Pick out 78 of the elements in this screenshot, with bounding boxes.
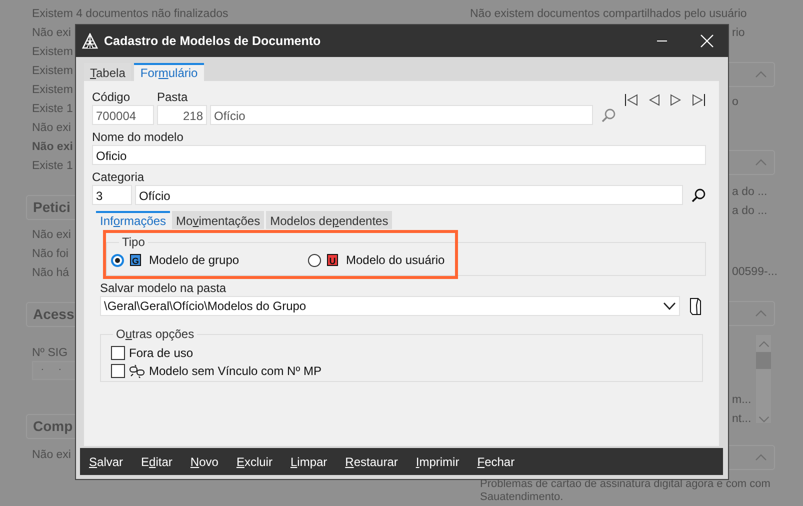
chevron-up-icon	[754, 70, 768, 79]
status-text: Existem	[31, 45, 73, 60]
tab[interactable]: Modelos dependentes	[266, 211, 392, 229]
input-field[interactable]: 700004	[92, 105, 154, 125]
toolbar-button[interactable]: Novo	[188, 452, 220, 470]
document-icon[interactable]	[690, 298, 701, 314]
status-text: Problemas de cartao de assinatura digital agora e com com Sauatendimento.	[480, 478, 772, 504]
chevron-down-icon	[756, 414, 770, 423]
badge: G	[130, 254, 141, 266]
next-record-icon[interactable]	[670, 94, 682, 106]
option-label: Modelo de grupo	[149, 253, 240, 267]
field-label: Categoria	[92, 170, 146, 185]
toolbar-button[interactable]: Imprimir	[414, 452, 462, 470]
toolbar-button[interactable]: Editar	[139, 452, 174, 470]
last-record-icon[interactable]	[692, 94, 706, 106]
status-text: Não exi	[31, 448, 71, 463]
group-label: Outras opções	[113, 327, 198, 341]
chevron-up-icon	[756, 340, 770, 348]
status-text: Não exi	[31, 140, 73, 155]
checkbox-label: Fora de uso	[129, 346, 194, 360]
chevron-up-icon	[754, 309, 768, 318]
broken-link-icon	[129, 364, 145, 378]
status-text: nt...	[732, 412, 752, 427]
status-text: Não exi	[31, 228, 71, 243]
status-text: Não existem documentos compartilhados pelo usuário	[470, 7, 747, 22]
input-field[interactable]: Oficio	[92, 145, 706, 165]
close-icon	[700, 34, 714, 48]
tab[interactable]: Formulário	[134, 63, 204, 81]
input-field[interactable]: 3	[92, 185, 132, 205]
toolbar-button[interactable]: Salvar	[87, 452, 126, 470]
window-title: Cadastro de Modelos de Documento	[104, 34, 322, 48]
status-text: Existe 1	[31, 102, 73, 117]
field-label: Pasta	[157, 89, 188, 105]
first-record-icon[interactable]	[624, 94, 638, 106]
status-text: Não exi	[31, 26, 71, 41]
toolbar-button[interactable]: Limpar	[288, 452, 330, 470]
toolbar-button[interactable]: Restaurar	[343, 452, 400, 470]
tab[interactable]: Movimentações	[172, 211, 264, 229]
status-text: o	[732, 95, 738, 110]
status-text: Existem 4 documentos não finalizados	[31, 7, 228, 22]
option-label: Modelo do usuário	[346, 253, 445, 267]
chevron-up-icon	[754, 453, 768, 462]
input-field[interactable]: Ofício	[210, 105, 593, 125]
toolbar-button[interactable]: Fechar	[475, 452, 517, 470]
status-text: Não exi	[31, 121, 71, 136]
tab[interactable]: Informações	[96, 211, 170, 229]
toolbar-button[interactable]: Excluir	[234, 452, 274, 470]
input-field[interactable]: Ofício	[135, 185, 683, 205]
field-label: Nº SIG	[31, 346, 68, 361]
field-label: Código	[92, 89, 132, 105]
status-text: 00599-...	[732, 265, 778, 280]
status-text: Não há	[31, 266, 70, 281]
badge: U	[327, 254, 338, 266]
status-text: rio	[732, 26, 745, 41]
field-label: Nome do modelo	[92, 130, 184, 145]
status-text: Existem	[31, 64, 73, 79]
status-text: Não foi	[31, 247, 68, 262]
checkbox[interactable]	[111, 346, 125, 360]
status-text: Existe 1	[31, 159, 73, 174]
status-text: a do ...	[732, 185, 768, 200]
group-label: Tipo	[119, 235, 148, 249]
checkbox[interactable]	[111, 364, 125, 378]
chevron-down-icon	[663, 302, 676, 310]
input-field[interactable]: 218	[157, 105, 207, 125]
status-text: Existem	[31, 83, 73, 98]
status-text: m...	[732, 393, 752, 408]
checkbox-label: Modelo sem Vínculo com Nº MP	[149, 364, 322, 378]
scrollbar[interactable]	[756, 335, 771, 423]
dropdown[interactable]: \Geral\Geral\Ofício\Modelos do Grupo	[100, 296, 680, 316]
chevron-up-icon	[754, 158, 768, 167]
scrollbar-thumb[interactable]	[756, 352, 771, 369]
previous-record-icon[interactable]	[648, 94, 660, 106]
radio-button[interactable]	[308, 254, 321, 266]
radio-button[interactable]	[111, 254, 124, 266]
field-label: Salvar modelo na pasta	[100, 281, 228, 296]
search-icon[interactable]	[691, 188, 706, 202]
logo-icon	[82, 33, 98, 49]
status-text: a do ...	[732, 204, 768, 219]
